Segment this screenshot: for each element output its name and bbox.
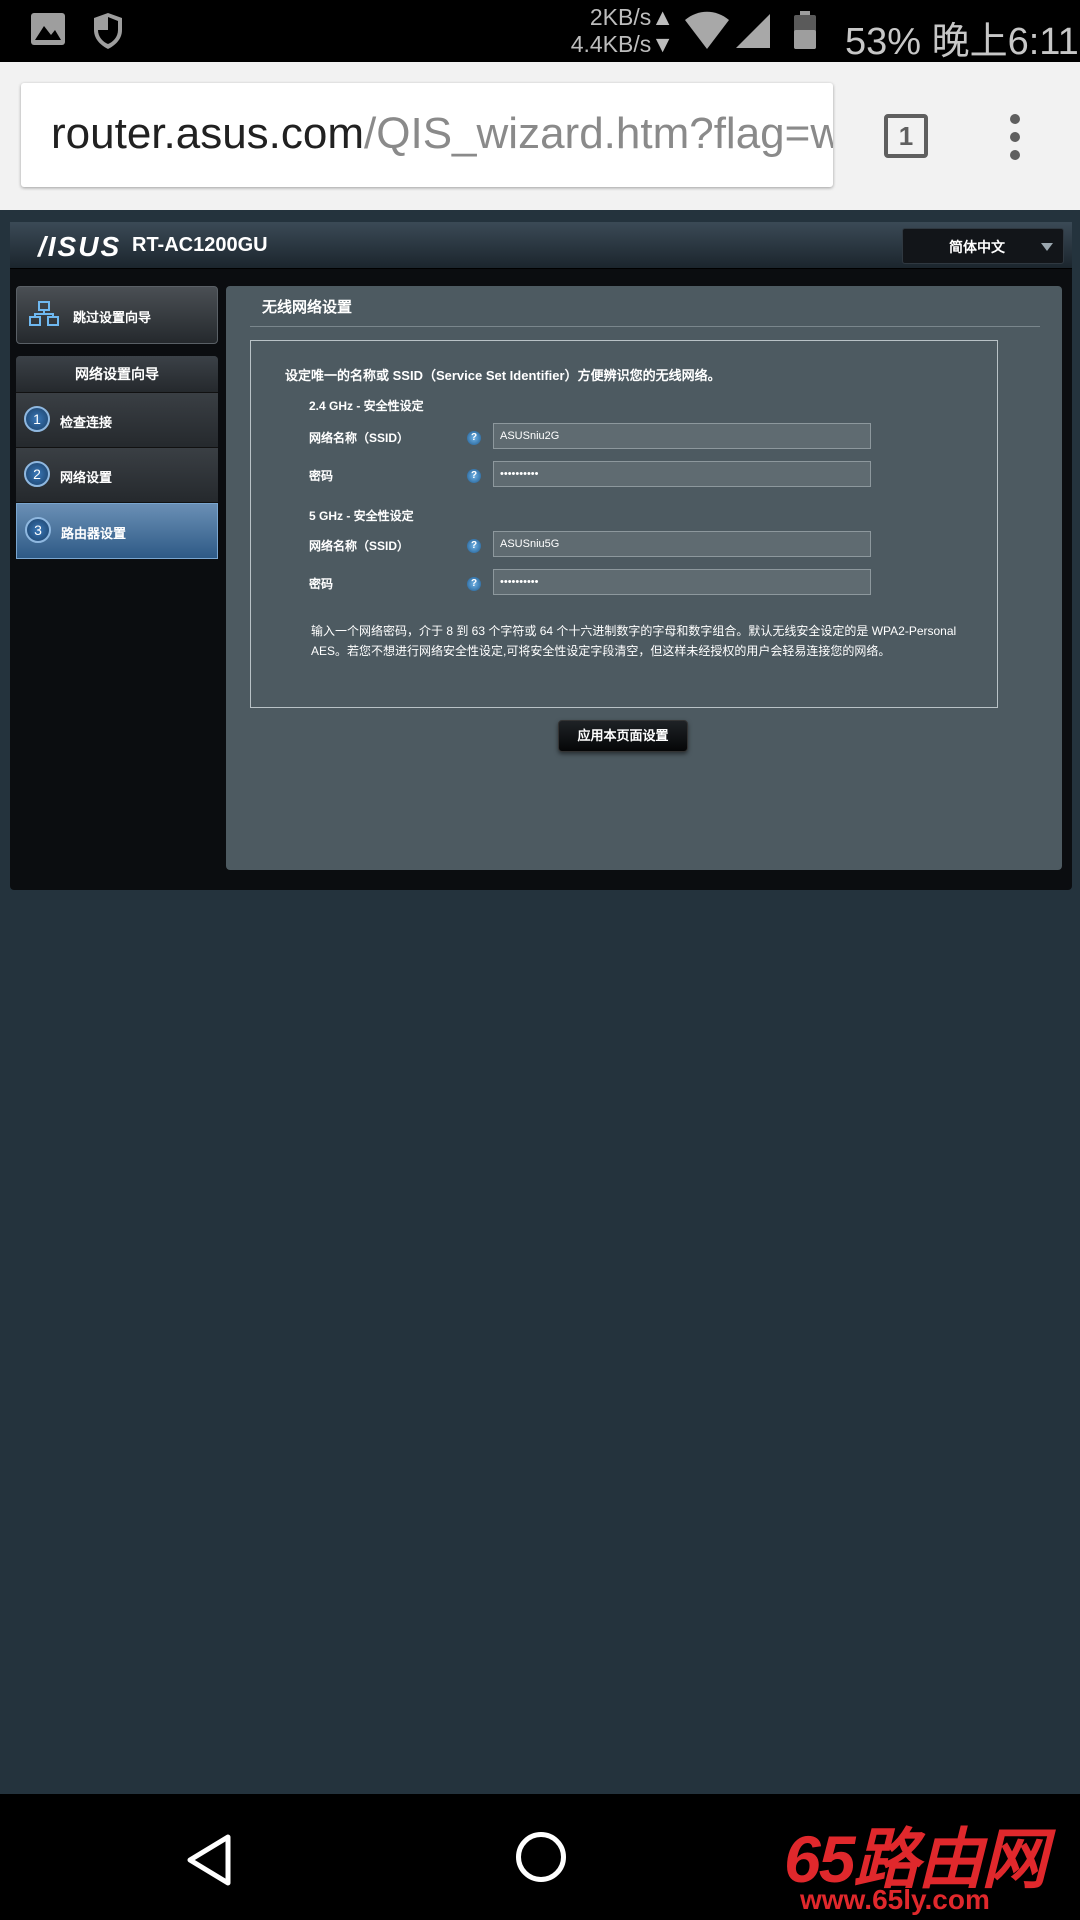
step-router-settings[interactable]: 3 路由器设置 <box>16 503 218 559</box>
apply-button[interactable]: 应用本页面设置 <box>558 720 688 752</box>
wifi-icon <box>685 11 729 49</box>
network-icon <box>29 301 59 326</box>
help-icon[interactable]: ? <box>467 469 481 483</box>
image-icon <box>31 13 65 45</box>
language-select[interactable]: 简体中文 <box>902 228 1064 264</box>
password-24-label: 密码 <box>309 469 334 483</box>
divider <box>250 326 1040 327</box>
shield-icon <box>94 13 122 49</box>
step-number: 1 <box>24 406 50 432</box>
wizard-menu: 网络设置向导 1 检查连接 2 网络设置 3 路由器设置 <box>16 356 218 559</box>
ssid-5-input[interactable]: ASUSniu5G <box>493 531 871 557</box>
router-header: /ISUS RT-AC1200GU 简体中文 <box>10 222 1072 269</box>
router-page: /ISUS RT-AC1200GU 简体中文 跳过设置向导 网络设置向导 1 检… <box>10 222 1072 890</box>
url-host: router.asus.com <box>51 109 365 158</box>
overflow-menu-icon[interactable] <box>1010 114 1022 168</box>
navigation-bar: 65路由网 www.65ly.com <box>0 1794 1080 1920</box>
password-24-input[interactable]: •••••••••• <box>493 461 871 487</box>
ssid-5-label: 网络名称（SSID） <box>309 539 410 553</box>
step-check-connection[interactable]: 1 检查连接 <box>16 393 218 448</box>
chevron-down-icon <box>1041 243 1053 251</box>
band-24-title: 2.4 GHz - 安全性设定 <box>309 399 424 413</box>
status-bar: 2KB/s▲ 4.4KB/s▼ 53% 晚上6:11 <box>0 0 1080 63</box>
language-label: 简体中文 <box>949 239 1005 255</box>
url-bar[interactable]: router.asus.com/QIS_wizard.htm?flag=w <box>21 83 833 187</box>
skip-wizard-button[interactable]: 跳过设置向导 <box>16 286 218 344</box>
password-5-input[interactable]: •••••••••• <box>493 569 871 595</box>
wireless-settings-panel: 无线网络设置 设定唯一的名称或 SSID（Service Set Identif… <box>226 286 1062 870</box>
url-text[interactable]: router.asus.com/QIS_wizard.htm?flag=w <box>51 109 833 159</box>
upload-speed: 2KB/s▲ <box>589 4 674 30</box>
step-label: 检查连接 <box>60 415 113 430</box>
help-icon[interactable]: ? <box>467 431 481 445</box>
watermark-url: www.65ly.com <box>800 1884 990 1915</box>
model-name: RT-AC1200GU <box>132 234 268 256</box>
step-number: 2 <box>24 461 50 487</box>
battery-icon <box>794 11 816 49</box>
band-5-title: 5 GHz - 安全性设定 <box>309 509 414 523</box>
download-speed: 4.4KB/s▼ <box>570 31 674 57</box>
ssid-24-input[interactable]: ASUSniu2G <box>493 423 871 449</box>
step-label: 网络设置 <box>60 470 113 485</box>
wizard-title: 网络设置向导 <box>16 356 218 393</box>
battery-time: 53% 晚上6:11 <box>845 21 1079 63</box>
ssid-24-label: 网络名称（SSID） <box>309 431 410 445</box>
asus-logo: /ISUS <box>38 231 122 262</box>
step-network-settings[interactable]: 2 网络设置 <box>16 448 218 503</box>
signal-icon <box>736 14 770 48</box>
home-icon[interactable] <box>516 1832 566 1882</box>
form-intro: 设定唯一的名称或 SSID（Service Set Identifier）方便辨… <box>285 368 721 383</box>
network-speed: 2KB/s▲ 4.4KB/s▼ <box>568 4 674 58</box>
skip-wizard-label: 跳过设置向导 <box>73 310 152 325</box>
settings-form: 设定唯一的名称或 SSID（Service Set Identifier）方便辨… <box>250 340 998 708</box>
url-path: /QIS_wizard.htm?flag=w <box>364 109 833 158</box>
browser-toolbar: router.asus.com/QIS_wizard.htm?flag=w 1 <box>0 62 1080 210</box>
step-label: 路由器设置 <box>61 526 127 541</box>
step-number: 3 <box>25 517 51 543</box>
password-note: 输入一个网络密码，介于 8 到 63 个字符或 64 个十六进制数字的字母和数字… <box>311 624 957 658</box>
help-icon[interactable]: ? <box>467 577 481 591</box>
back-icon[interactable] <box>186 1834 232 1886</box>
help-icon[interactable]: ? <box>467 539 481 553</box>
tab-switcher-button[interactable]: 1 <box>884 114 928 158</box>
password-5-label: 密码 <box>309 577 334 591</box>
panel-title: 无线网络设置 <box>262 299 353 316</box>
